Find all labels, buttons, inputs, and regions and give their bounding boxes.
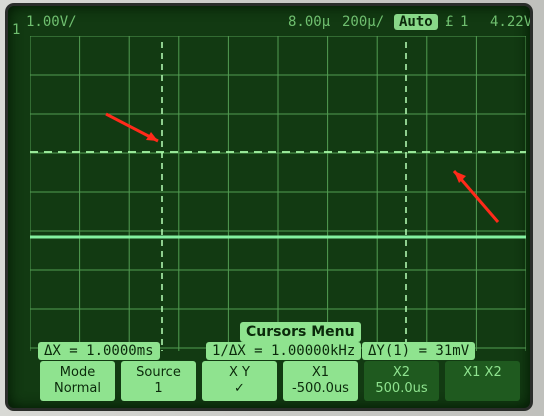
oscilloscope-screen: 1 1.00V/ 8.00µ 200µ/ Auto £ 1 4.22V Curs…: [8, 6, 530, 408]
softkey-x-y-label: X Y: [229, 365, 250, 380]
auto-badge: Auto: [394, 14, 438, 30]
delta-x-readout: ΔX = 1.0000ms: [38, 342, 160, 360]
trigger-position: 8.00µ: [288, 14, 331, 30]
softkey-x1[interactable]: X1 -500.0us: [283, 361, 358, 401]
softkey-x1-label: X1: [311, 365, 330, 380]
softkey-x2-value: 500.0us: [375, 381, 428, 396]
status-bar: 1 1.00V/ 8.00µ 200µ/ Auto £ 1 4.22V: [8, 6, 530, 38]
softkey-x2[interactable]: X2 500.0us: [364, 361, 439, 401]
softkey-source-value: 1: [154, 381, 163, 396]
softkey-x1-x2-label: X1 X2: [463, 365, 502, 380]
cursor-readouts: ΔX = 1.0000ms 1/ΔX = 1.00000kHz ΔY(1) = …: [38, 342, 526, 362]
time-per-div: 200µ/: [342, 14, 385, 30]
annotation-arrow-1: [105, 112, 159, 143]
trigger-slope-icon: £: [445, 14, 454, 30]
softkey-bar: Mode Normal Source 1 X Y ✓ X1 -500.0us X…: [40, 361, 528, 401]
softkey-x-y-check: ✓: [234, 381, 245, 396]
waveform-plot: [30, 36, 526, 351]
inverse-delta-x-readout: 1/ΔX = 1.00000kHz: [206, 342, 362, 360]
volts-per-div: 1.00V/: [26, 14, 77, 30]
softkey-source[interactable]: Source 1: [121, 361, 196, 401]
softkey-mode-value: Normal: [53, 381, 102, 396]
menu-title: Cursors Menu: [240, 322, 361, 342]
softkey-x1-x2[interactable]: X1 X2: [445, 361, 520, 401]
softkey-mode-label: Mode: [59, 365, 96, 380]
softkey-x1-value: -500.0us: [292, 381, 349, 396]
softkey-source-label: Source: [136, 365, 181, 380]
softkey-mode[interactable]: Mode Normal: [40, 361, 115, 401]
softkey-x-y[interactable]: X Y ✓: [202, 361, 277, 401]
delta-y-readout: ΔY(1) = 31mV: [362, 342, 476, 360]
softkey-x2-label: X2: [392, 365, 411, 380]
trigger-channel: 1: [460, 14, 469, 30]
trigger-level: 4.22V: [490, 14, 530, 30]
grid: [30, 36, 526, 351]
